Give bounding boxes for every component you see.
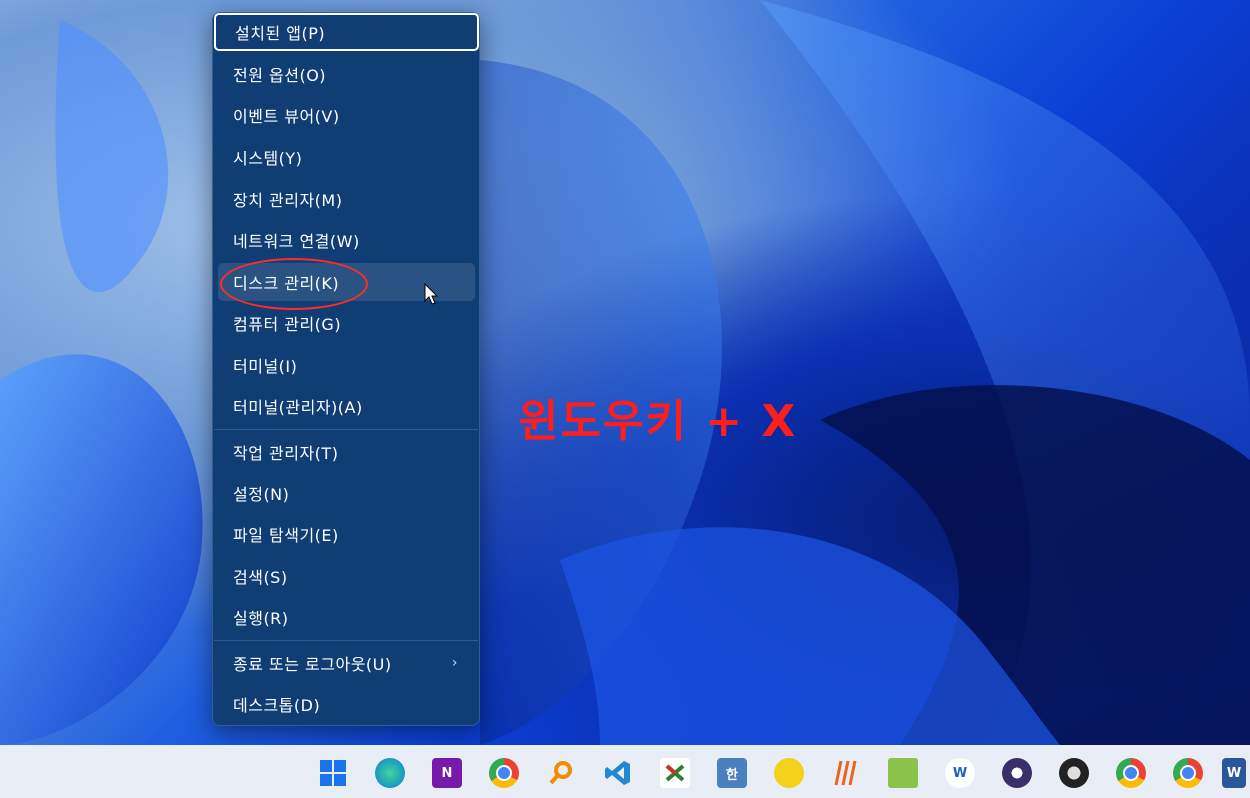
menu-item-installed-apps[interactable]: 설치된 앱(P): [214, 13, 479, 51]
menu-item-computer-management[interactable]: 컴퓨터 관리(G): [214, 304, 478, 342]
menu-item-terminal-admin[interactable]: 터미널(관리자)(A): [214, 387, 478, 425]
app-icon-2[interactable]: [831, 758, 861, 788]
menu-item-device-manager[interactable]: 장치 관리자(M): [214, 180, 478, 218]
menu-item-label: 터미널(관리자)(A): [233, 398, 363, 417]
menu-item-label: 파일 탐색기(E): [233, 526, 339, 545]
menu-item-label: 설치된 앱(P): [235, 24, 326, 43]
icon-glyph: W: [1226, 765, 1242, 781]
menu-item-event-viewer[interactable]: 이벤트 뷰어(V): [214, 96, 478, 134]
menu-item-system[interactable]: 시스템(Y): [214, 138, 478, 176]
start-icon[interactable]: [318, 758, 348, 788]
menu-item-label: 종료 또는 로그아웃(U): [233, 655, 392, 674]
notepad-icon[interactable]: [888, 758, 918, 788]
menu-item-label: 실행(R): [233, 609, 289, 628]
icon-glyph: 한: [726, 767, 738, 783]
chrome-icon-3[interactable]: [1173, 758, 1203, 788]
annotation-text: 윈도우키 + X: [518, 396, 798, 447]
word-icon[interactable]: W: [1222, 758, 1246, 788]
menu-item-label: 작업 관리자(T): [233, 444, 339, 463]
edge-icon[interactable]: [375, 758, 405, 788]
menu-item-task-manager[interactable]: 작업 관리자(T): [214, 433, 478, 471]
menu-item-power-options[interactable]: 전원 옵션(O): [214, 55, 478, 93]
search-app-icon[interactable]: [546, 758, 576, 788]
hangul-icon[interactable]: 한: [717, 758, 747, 788]
menu-item-label: 설정(N): [233, 485, 290, 504]
winx-context-menu: 설치된 앱(P) 전원 옵션(O) 이벤트 뷰어(V) 시스템(Y) 장치 관리자(M)…: [212, 12, 480, 726]
separator-2: [214, 640, 478, 641]
menu-item-label: 데스크톱(D): [233, 696, 321, 715]
icon-glyph: N: [441, 765, 453, 781]
taskbar: N한WW: [0, 745, 1250, 798]
audio-app-icon[interactable]: [774, 758, 804, 788]
menu-item-label: 컴퓨터 관리(G): [233, 315, 342, 334]
app-icon-4[interactable]: [1002, 758, 1032, 788]
menu-item-label: 터미널(I): [233, 357, 298, 376]
menu-item-label: 이벤트 뷰어(V): [233, 107, 340, 126]
menu-item-label: 네트워크 연결(W): [233, 232, 360, 251]
menu-item-settings[interactable]: 설정(N): [214, 474, 478, 512]
menu-item-network-connections[interactable]: 네트워크 연결(W): [214, 221, 478, 259]
vscode-icon[interactable]: [603, 758, 633, 788]
menu-item-shutdown-signout[interactable]: 종료 또는 로그아웃(U) ›: [214, 644, 478, 682]
menu-item-label: 검색(S): [233, 568, 288, 587]
icon-glyph: W: [952, 765, 968, 781]
app-icon-3[interactable]: W: [945, 758, 975, 788]
chrome-icon-2[interactable]: [1116, 758, 1146, 788]
menu-item-file-explorer[interactable]: 파일 탐색기(E): [214, 515, 478, 553]
menu-item-label: 전원 옵션(O): [233, 66, 327, 85]
chrome-icon[interactable]: [489, 758, 519, 788]
onenote-icon[interactable]: N: [432, 758, 462, 788]
obs-icon[interactable]: [1059, 758, 1089, 788]
desktop-wallpaper: [0, 0, 1250, 745]
separator-1: [214, 429, 478, 430]
menu-item-run[interactable]: 실행(R): [214, 598, 478, 636]
menu-item-label: 장치 관리자(M): [233, 191, 343, 210]
app-icon-1[interactable]: [660, 758, 690, 788]
highlight-circle: [220, 258, 368, 310]
menu-item-desktop[interactable]: 데스크톱(D): [214, 685, 478, 723]
menu-item-terminal[interactable]: 터미널(I): [214, 346, 478, 384]
menu-item-label: 시스템(Y): [233, 149, 303, 168]
chevron-right-icon: ›: [451, 655, 458, 671]
mouse-cursor-icon: [424, 283, 439, 305]
menu-item-search[interactable]: 검색(S): [214, 557, 478, 595]
